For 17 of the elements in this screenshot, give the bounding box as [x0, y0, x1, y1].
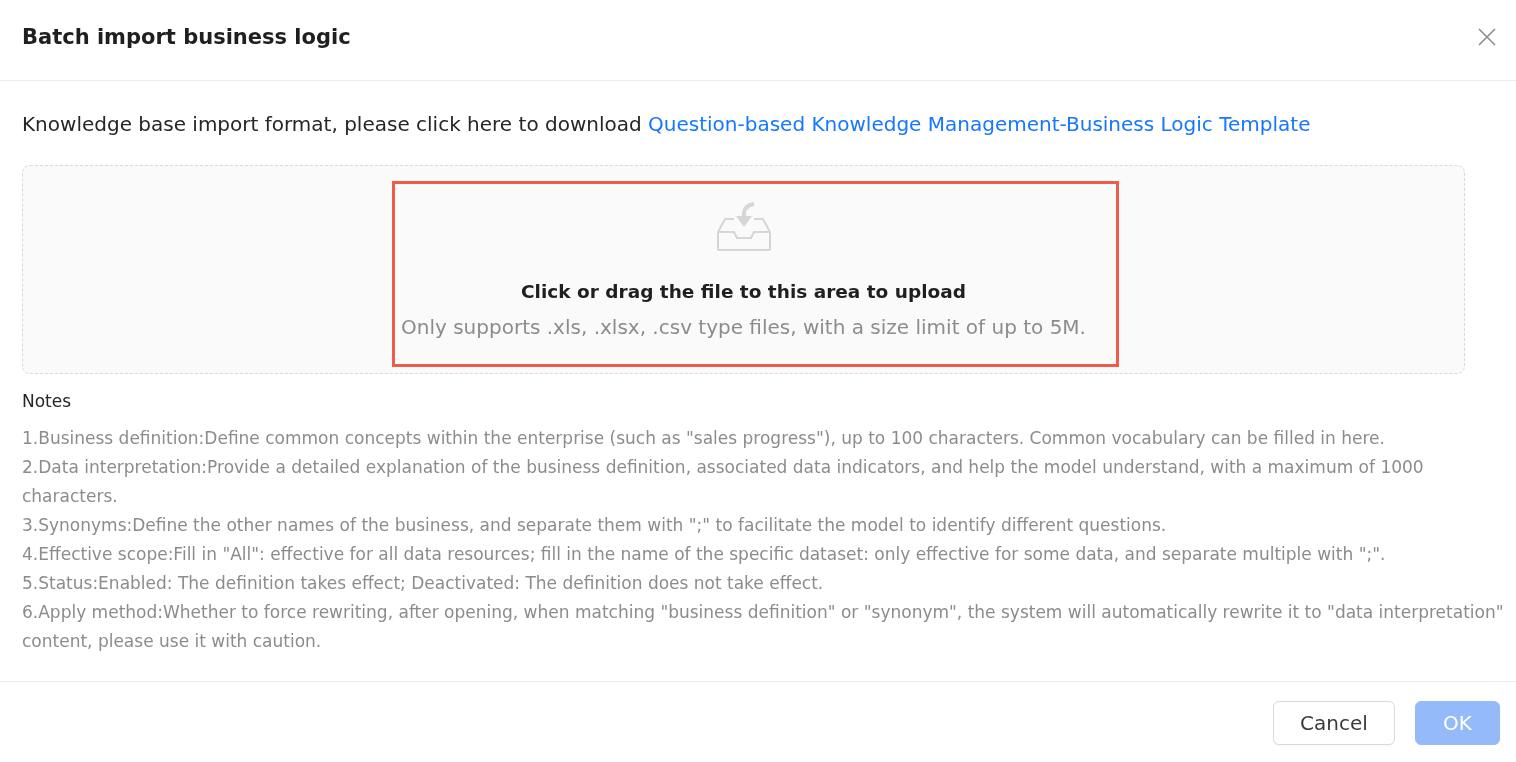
download-instruction: Knowledge base import format, please click here to download Question-based Knowledge Management-Business Logic Template	[22, 111, 1312, 138]
notes-heading: Notes	[22, 390, 73, 413]
close-icon	[1478, 28, 1496, 46]
note-text: 1.Business definition:Define common concepts within the enterprise (such as "sales progress"), up to 100 characters. Common vocabulary can be filled in here.	[22, 427, 1386, 450]
upload-dropzone[interactable]: Click or drag the file to this area to upload Only supports .xls, .xlsx, .csv type files, with a size limit of up to 5M.	[22, 165, 1465, 374]
cancel-button[interactable]: Cancel	[1273, 701, 1395, 745]
note-text: 6.Apply method:Whether to force rewriting, after opening, when matching "business definition" or "synonym", the system will automatically rewrite it to "data interpretation" content, please use it with caution.	[22, 601, 1505, 653]
upload-title: Click or drag the file to this area to upload	[521, 280, 966, 304]
note-text: 5.Status:Enabled: The definition takes effect; Deactivated: The definition does not take effect.	[22, 572, 825, 595]
close-button[interactable]	[1476, 26, 1498, 48]
upload-hint: Only supports .xls, .xlsx, .csv type files, with a size limit of up to 5M.	[401, 314, 1086, 341]
note-text: 2.Data interpretation:Provide a detailed explanation of the business definition, associated data indicators, and help the model understand, with a maximum of 1000 characters.	[22, 456, 1425, 508]
inbox-upload-icon	[715, 202, 772, 252]
dialog-title: Batch import business logic	[22, 24, 351, 51]
template-link[interactable]: Question-based Knowledge Management-Business Logic Template	[648, 112, 1311, 136]
note-text: 4.Effective scope:Fill in "All": effective for all data resources; fill in the name of the specific dataset: only effective for some data, and separate multiple with ";".	[22, 543, 1387, 566]
note-text: 3.Synonyms:Define the other names of the business, and separate them with ";" to facilitate the model to identify different questions.	[22, 514, 1168, 537]
